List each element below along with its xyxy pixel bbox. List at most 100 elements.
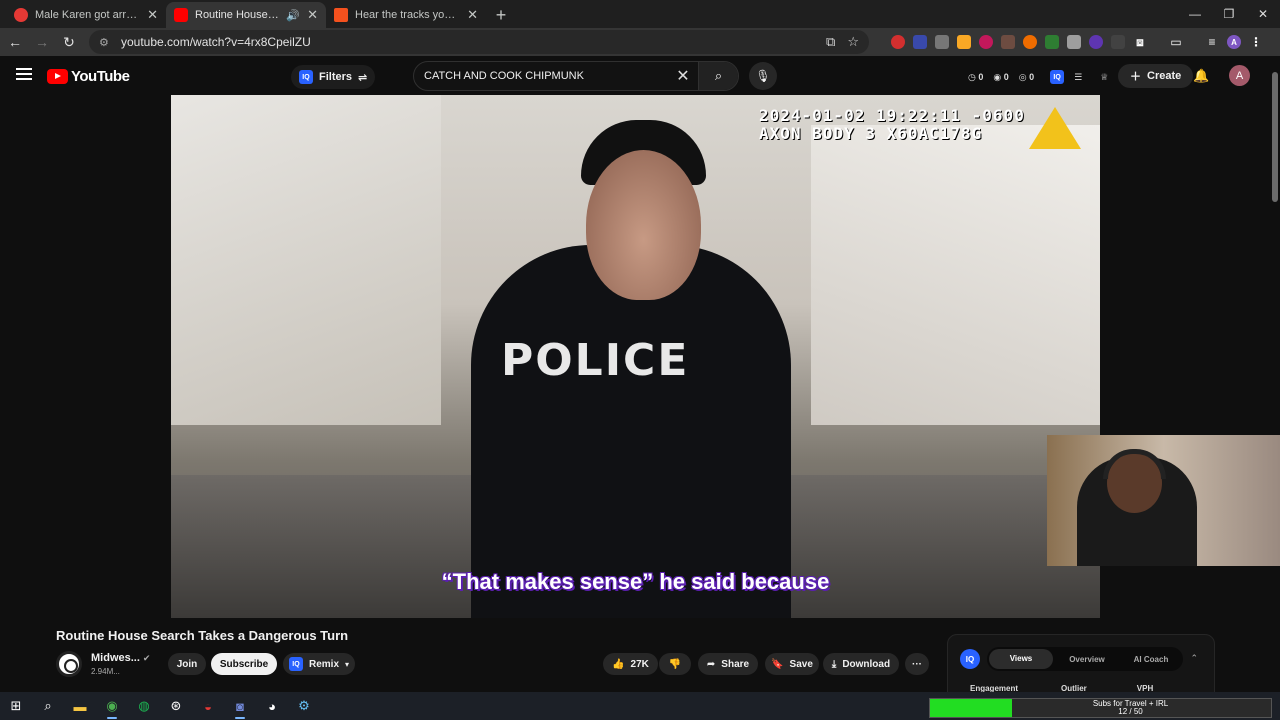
search-input[interactable]: CATCH AND COOK CHIPMUNK	[414, 70, 668, 82]
goal-label: Subs for Travel + IRL 12 / 50	[990, 700, 1271, 716]
award-icon[interactable]: ♕	[1100, 72, 1108, 83]
extension-icon[interactable]	[913, 35, 927, 49]
search-icon[interactable]: ⌕	[32, 692, 64, 720]
tab-views[interactable]: Views	[989, 649, 1053, 669]
channel-name[interactable]: Midwes... ✔	[91, 652, 150, 664]
windows-start-icon[interactable]: ⊞	[0, 692, 32, 720]
create-button[interactable]: ＋ Create	[1118, 64, 1194, 88]
save-button[interactable]: 🔖 Save	[765, 653, 819, 675]
share-label: Share	[721, 658, 750, 670]
vidiq-logo-icon: IQ	[960, 649, 980, 669]
download-button[interactable]: ⤓ Download	[823, 653, 899, 675]
tab-favicon-icon	[14, 8, 28, 22]
chrome-icon[interactable]: ◉	[96, 692, 128, 720]
share-button[interactable]: ➦ Share	[698, 653, 758, 675]
app-icon[interactable]: ◕	[256, 692, 288, 720]
tab-ai-coach[interactable]: AI Coach	[1119, 655, 1183, 664]
officer-figure	[471, 245, 791, 618]
discord-icon[interactable]: ◙	[224, 692, 256, 720]
download-label: Download	[842, 658, 891, 670]
dislike-button[interactable]: 👎	[659, 653, 691, 675]
bookmark-star-icon[interactable]: ☆	[847, 34, 859, 50]
extension-icon[interactable]	[1111, 35, 1125, 49]
browser-menu-icon[interactable]: ⋮	[1249, 35, 1263, 49]
extension-icon[interactable]	[979, 35, 993, 49]
media-controls-icon[interactable]: ≡	[1205, 35, 1219, 49]
close-tab-icon[interactable]: ✕	[307, 7, 318, 23]
extension-icon[interactable]	[957, 35, 971, 49]
filters-button[interactable]: IQ Filters ⇌	[291, 65, 376, 89]
file-explorer-icon[interactable]: ▬	[64, 692, 96, 720]
collapse-chevron-icon[interactable]: ⌃	[1190, 653, 1198, 664]
police-vest-text: POLICE	[501, 335, 690, 386]
remix-label: Remix	[308, 658, 339, 670]
filters-label: Filters	[319, 71, 353, 83]
extension-icon[interactable]	[1089, 35, 1103, 49]
like-button[interactable]: 👍 27K	[603, 653, 658, 675]
browser-tab-active[interactable]: Routine House Search Take 🔊 ✕	[166, 2, 326, 28]
extension-icon[interactable]	[891, 35, 905, 49]
tab-overview[interactable]: Overview	[1055, 655, 1119, 664]
back-icon[interactable]: ←	[3, 30, 27, 54]
subscriber-count: 2.94M...	[91, 667, 120, 676]
plus-icon: ＋	[1130, 71, 1141, 83]
goal-progress-text: 12 / 50	[1118, 707, 1143, 716]
browser-tab[interactable]: Hear the tracks you've liked: on ✕	[326, 2, 486, 28]
extension-icon[interactable]	[1067, 35, 1081, 49]
subscribe-button[interactable]: Subscribe	[211, 653, 277, 675]
youtube-logo[interactable]: YouTube	[47, 68, 130, 85]
vidiq-icon[interactable]: IQ	[1050, 70, 1065, 84]
vidiq-tabs: Views Overview AI Coach	[987, 647, 1183, 671]
youtube-wordmark: YouTube	[71, 68, 130, 85]
tab-title: Routine House Search Take	[195, 9, 279, 21]
youtube-header: YouTube IQ Filters ⇌ CATCH AND COOK CHIP…	[0, 56, 1280, 96]
extension-icon[interactable]	[935, 35, 949, 49]
thumbs-up-icon: 👍	[612, 658, 625, 670]
extension-icon[interactable]	[1023, 35, 1037, 49]
account-avatar[interactable]: A	[1229, 65, 1250, 86]
address-bar[interactable]: ⚙ youtube.com/watch?v=4rx8CpeilZU ⧉ ☆	[89, 30, 869, 54]
page-scrollbar[interactable]	[1270, 70, 1280, 685]
extension-icon[interactable]	[1001, 35, 1015, 49]
scrollbar-thumb[interactable]	[1272, 72, 1278, 202]
site-info-icon[interactable]: ⚙	[99, 36, 113, 49]
window-controls: — ❐ ✕	[1178, 0, 1280, 28]
install-icon[interactable]: ⧉	[826, 34, 835, 50]
reload-icon[interactable]: ↻	[57, 30, 81, 54]
channel-avatar[interactable]	[56, 651, 82, 677]
more-actions-button[interactable]: ···	[905, 653, 929, 675]
bookmark-icon: 🔖	[771, 658, 784, 670]
close-tab-icon[interactable]: ✕	[147, 7, 158, 23]
minimize-icon[interactable]: —	[1178, 0, 1212, 28]
officer-head	[586, 150, 701, 300]
forward-icon[interactable]: →	[30, 30, 54, 54]
search-icon[interactable]: ⌕	[698, 62, 738, 90]
extensions-puzzle-icon[interactable]: ⧈	[1133, 35, 1147, 49]
spotify-icon[interactable]: ◍	[128, 692, 160, 720]
restore-icon[interactable]: ❐	[1212, 0, 1246, 28]
clear-search-icon[interactable]: ✕	[668, 66, 698, 86]
steam-icon[interactable]: ⚙	[288, 692, 320, 720]
voice-search-icon[interactable]: 🎙	[749, 62, 777, 90]
notifications-bell-icon[interactable]: 🔔	[1193, 68, 1209, 84]
new-tab-button[interactable]: +	[490, 4, 512, 26]
pokeball-icon[interactable]: ◒	[192, 692, 224, 720]
profile-icon[interactable]: A	[1227, 35, 1241, 49]
video-player[interactable]: POLICE 2024-01-02 19:22:11 -0600 AXON BO…	[171, 95, 1100, 618]
youtube-play-icon	[47, 69, 68, 84]
obs-icon[interactable]: ⊛	[160, 692, 192, 720]
chart-icon[interactable]: ☰	[1074, 72, 1082, 83]
url-text: youtube.com/watch?v=4rx8CpeilZU	[121, 35, 311, 49]
join-button[interactable]: Join	[168, 653, 206, 675]
axon-logo-icon	[1029, 107, 1081, 149]
vidiq-icon: IQ	[299, 70, 313, 84]
remix-button[interactable]: IQ Remix ▾	[283, 653, 355, 675]
tab-search-icon[interactable]: ▭	[1169, 35, 1183, 49]
browser-tab[interactable]: Male Karen got arrested for th ✕	[6, 2, 166, 28]
menu-icon[interactable]	[16, 68, 32, 83]
speaker-icon[interactable]: 🔊	[286, 9, 300, 22]
extension-icon[interactable]	[1045, 35, 1059, 49]
close-tab-icon[interactable]: ✕	[467, 7, 478, 23]
close-window-icon[interactable]: ✕	[1246, 0, 1280, 28]
video-title: Routine House Search Takes a Dangerous T…	[56, 628, 349, 643]
